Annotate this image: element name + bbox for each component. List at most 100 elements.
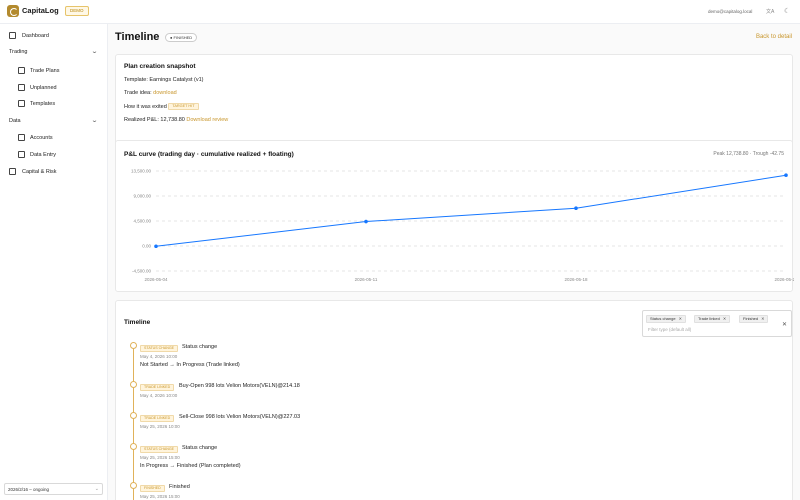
list-icon [18, 84, 25, 91]
event-title: Finished [169, 484, 190, 490]
x-tick-label: 2026-05-04 [144, 277, 168, 282]
exit-label: How it was exited [124, 103, 167, 110]
sidebar-item-templates[interactable]: Templates [0, 97, 108, 111]
sidebar-group-data[interactable]: Data [9, 118, 21, 124]
sidebar-item-data-entry[interactable]: Data Entry [0, 148, 108, 162]
event-tag: TRADE LINKED [140, 415, 175, 422]
template-icon [18, 100, 25, 107]
event-title: Status change [182, 344, 218, 350]
clear-filter-icon[interactable]: ✕ [782, 321, 787, 328]
trade-idea-row: Trade idea: download [124, 90, 177, 96]
dashboard-icon [9, 32, 16, 39]
chevron-down-icon[interactable]: ⌄ [91, 48, 98, 55]
close-icon[interactable]: ✕ [679, 316, 682, 321]
pnl-data-point[interactable] [364, 219, 368, 224]
sidebar-item-accounts[interactable]: Accounts [0, 131, 108, 145]
timeline-dot [130, 342, 137, 349]
page-title: Timeline [115, 31, 160, 43]
exit-tag: TARGET HIT [168, 103, 199, 110]
document-icon [18, 151, 25, 158]
event-title: Status change [182, 445, 218, 451]
pnl-data-point[interactable] [574, 206, 578, 211]
event-tag: STATUS CHANGE [140, 345, 179, 352]
project-select-value: 2026/2/16 – ongoing [8, 487, 50, 492]
theme-toggle-icon[interactable]: ☾ [784, 7, 790, 15]
x-tick-label: 2026-05-11 [355, 277, 378, 282]
pnl-data-point[interactable] [784, 173, 788, 178]
sidebar-item-label: Templates [30, 101, 56, 107]
timeline-dot [130, 412, 137, 419]
sidebar-item-label: Trade Plans [30, 68, 60, 74]
event-time: May 25, 2026 10:00 [140, 424, 180, 429]
timeline-dot [130, 443, 137, 450]
x-tick-label: 2026-05-18 [564, 277, 588, 282]
bank-icon [18, 134, 25, 141]
clipboard-icon [18, 67, 25, 74]
filter-placeholder: Filter type (default all) [648, 327, 692, 332]
chevron-down-icon: ⌄ [94, 486, 99, 492]
filter-chip[interactable]: Finished ✕ [739, 315, 769, 323]
chip-label: Finished [743, 316, 759, 321]
event-desc: In Progress → Finished (Plan completed) [140, 463, 241, 469]
snapshot-title: Plan creation snapshot [124, 63, 196, 70]
sidebar-item-label: Unplanned [30, 85, 57, 91]
brand-name: CapitaLog [22, 6, 59, 15]
template-value: Earnings Catalyst (v1) [149, 77, 204, 83]
y-tick-label: 0.00 [142, 244, 151, 249]
sidebar: Dashboard Trading ⌄ Trade Plans Unplanne… [0, 24, 108, 500]
shield-icon [9, 168, 16, 175]
event-time: May 25, 2026 15:00 [140, 494, 180, 499]
y-tick-label: 9,000.00 [133, 194, 151, 199]
y-tick-label: 13,500.00 [131, 169, 152, 174]
timeline-title: Timeline [124, 319, 151, 326]
y-tick-label: 4,500.00 [133, 219, 151, 224]
timeline-dot [130, 482, 137, 489]
demo-badge: DEMO [65, 6, 89, 16]
close-icon[interactable]: ✕ [761, 316, 764, 321]
trade-idea-label: Trade idea: [124, 90, 152, 96]
y-tick-label: -4,500.00 [132, 269, 152, 274]
filter-chip[interactable]: Trade linked ✕ [694, 315, 731, 323]
event-tag: FINISHED [140, 485, 165, 492]
event-tag: STATUS CHANGE [140, 446, 179, 453]
back-to-detail-link[interactable]: Back to detail [756, 34, 792, 40]
sidebar-item-unplanned[interactable]: Unplanned [0, 81, 108, 95]
pnl-chart-card: P&L curve (trading day · cumulative real… [115, 140, 794, 292]
timeline-card: Timeline Status change ✕ Trade linked ✕ Fi… [115, 300, 793, 500]
event-title: Buy-Open 998 lots Velion Motors(VELN)@21… [179, 383, 300, 389]
sidebar-item-capital-risk[interactable]: Capital & Risk [0, 165, 108, 179]
event-time: May 25, 2026 15:00 [140, 455, 180, 460]
sidebar-item-label: Capital & Risk [22, 169, 57, 175]
sidebar-item-label: Dashboard [22, 33, 49, 39]
x-tick-label: 2026-05-25 [774, 277, 794, 282]
timeline-rail [133, 345, 134, 500]
sidebar-item-trade-plans[interactable]: Trade Plans [0, 64, 108, 78]
event-title: Sell-Close 998 lots Velion Motors(VELN)@… [179, 414, 301, 420]
timeline-dot [130, 381, 137, 388]
project-select[interactable]: 2026/2/16 – ongoing ⌄ [4, 483, 103, 495]
pnl-chart: 13,500.00 9,000.00 4,500.00 0.00 -4,500.00 2… [131, 169, 794, 283]
logo-icon [7, 5, 19, 17]
chip-label: Status change [650, 316, 676, 321]
user-email[interactable]: demo@capitalog.local [708, 9, 752, 14]
language-icon[interactable]: 文A [766, 8, 774, 15]
chevron-down-icon[interactable]: ⌄ [91, 117, 98, 124]
exit-row: How it was exited TARGET HIT [124, 103, 199, 110]
trade-idea-download-link[interactable]: download [153, 90, 177, 96]
event-desc: Not Started → In Progress (Trade linked) [140, 362, 240, 368]
event-type-filter[interactable]: Status change ✕ Trade linked ✕ Finished ✕ F… [642, 310, 792, 337]
filter-chip[interactable]: Status change ✕ [646, 315, 686, 323]
pnl-data-point[interactable] [154, 244, 158, 249]
top-bar: CapitaLog DEMO demo@capitalog.local 文A ☾ [0, 0, 800, 24]
close-icon[interactable]: ✕ [723, 316, 726, 321]
event-tag: TRADE LINKED [140, 384, 175, 391]
download-review-link[interactable]: Download review [186, 117, 228, 123]
template-row: Template: Earnings Catalyst (v1) [124, 77, 204, 83]
template-label: Template: [124, 77, 148, 83]
sidebar-item-dashboard[interactable]: Dashboard [0, 29, 108, 43]
pnl-series-line [155, 174, 787, 247]
status-badge: ● FINISHED [165, 33, 198, 42]
sidebar-group-trading[interactable]: Trading [9, 49, 27, 55]
event-time: May 4, 2026 10:00 [140, 393, 178, 398]
chip-label: Trade linked [698, 316, 720, 321]
